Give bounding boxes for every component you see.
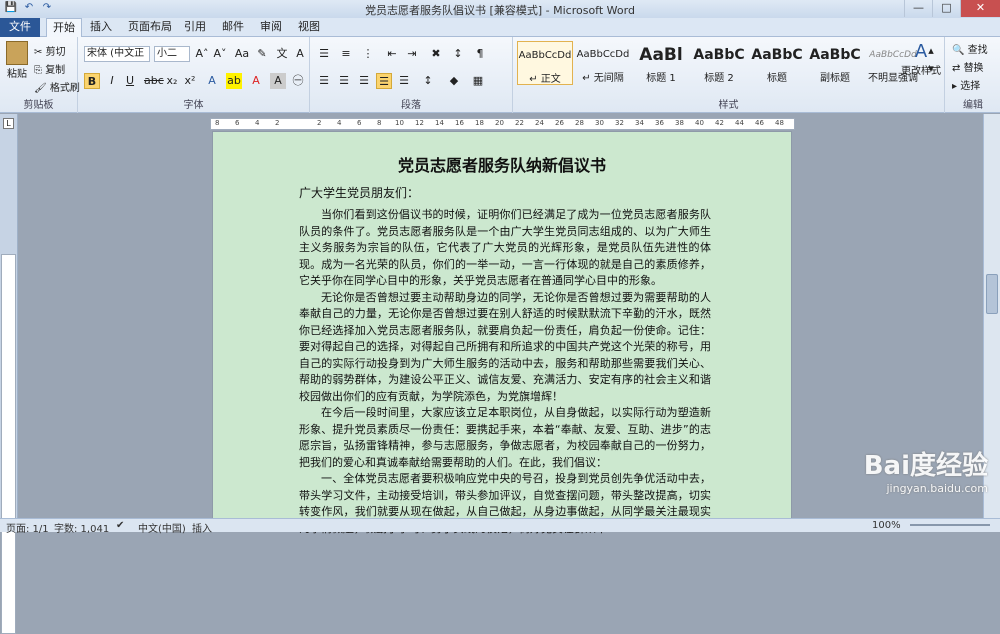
- tab-file[interactable]: 文件: [0, 18, 40, 37]
- show-marks-icon[interactable]: ¶: [472, 46, 488, 62]
- horizontal-ruler[interactable]: 8 6 4 2 2 4 6 8 10 12 14 16 18 20 22 24 …: [210, 118, 795, 130]
- paragraph: 无论你是否曾想过要主动帮助身边的同学，无论你是否曾想过要为需要帮助的人奉献自己的…: [299, 290, 711, 403]
- watermark: Bai度经验 jingyan.baidu.com: [863, 451, 988, 495]
- close-button[interactable]: ✕: [960, 0, 1000, 17]
- font-name-select[interactable]: 宋体 (中文正: [84, 46, 150, 62]
- ribbon: 粘贴 ✂ 剪切 ⎘ 复制 🖌 格式刷 剪贴板 宋体 (中文正 小二 A˄ A˅ …: [0, 37, 1000, 113]
- left-strip: L: [0, 114, 18, 634]
- tab-page-layout[interactable]: 页面布局: [126, 18, 174, 37]
- line-spacing-icon[interactable]: ↕: [420, 73, 436, 89]
- editing-label: 编辑: [963, 100, 983, 111]
- paste-button[interactable]: 粘贴: [4, 41, 30, 80]
- paragraph: 当你们看到这份倡议书的时候，证明你们已经满足了成为一位党员志愿者服务队队员的条件…: [299, 208, 711, 287]
- paragraph-group: ☰ ≡ ⋮ ⇤ ⇥ ✖ ↕ ¶ ☰ ☰ ☰ ☰ ☰ ↕ ◆ ▦ 段落: [310, 37, 513, 113]
- change-styles-icon: A: [914, 41, 928, 62]
- borders-icon[interactable]: ▦: [470, 73, 486, 89]
- editing-group: 🔍 查找 ⇄ 替换 ▸ 选择 编辑: [946, 37, 1000, 113]
- clear-format-icon[interactable]: ✎: [254, 46, 270, 62]
- shrink-font-icon[interactable]: A˅: [212, 46, 228, 62]
- increase-indent-icon[interactable]: ⇥: [404, 46, 420, 62]
- replace-button[interactable]: ⇄ 替换: [952, 59, 984, 74]
- proofing-icon[interactable]: ✔: [116, 520, 124, 531]
- style-no-spacing[interactable]: AaBbCcDd ↵ 无间隔: [575, 41, 631, 85]
- clipboard-label: 剪贴板: [23, 100, 54, 111]
- style-subtitle[interactable]: AaBbC 副标题: [807, 41, 863, 85]
- decrease-indent-icon[interactable]: ⇤: [384, 46, 400, 62]
- document-page[interactable]: 党员志愿者服务队纳新倡议书 广大学生党员朋友们： 当你们看到这份倡议书的时候，证…: [212, 131, 792, 535]
- insert-mode[interactable]: 插入: [192, 520, 212, 535]
- justify-icon[interactable]: ☰: [376, 73, 392, 89]
- change-styles-group: A 更改样式: [896, 37, 946, 113]
- tab-insert[interactable]: 插入: [86, 18, 116, 37]
- maximize-button[interactable]: □: [932, 0, 960, 17]
- status-bar: 页面: 1/1 字数: 1,041 ✔ 中文(中国) 插入 100%: [0, 518, 1000, 535]
- ruler-toggle-icon[interactable]: L: [3, 118, 14, 129]
- select-button[interactable]: ▸ 选择: [952, 77, 980, 92]
- zoom-slider[interactable]: [910, 524, 990, 526]
- ribbon-tabs: 文件 开始 插入 页面布局 引用 邮件 审阅 视图: [0, 18, 1000, 38]
- document-title: 党员志愿者服务队纳新倡议书: [397, 156, 606, 175]
- numbering-icon[interactable]: ≡: [338, 46, 354, 62]
- phonetic-guide-icon[interactable]: 文: [274, 46, 290, 62]
- tab-view[interactable]: 视图: [294, 18, 324, 37]
- bullets-icon[interactable]: ☰: [316, 46, 332, 62]
- copy-button[interactable]: ⎘ 复制: [34, 61, 65, 76]
- tab-references[interactable]: 引用: [180, 18, 210, 37]
- bold-icon[interactable]: B: [84, 73, 100, 89]
- char-shading-icon[interactable]: A: [270, 73, 286, 89]
- distributed-icon[interactable]: ☰: [396, 73, 412, 89]
- tab-mailings[interactable]: 邮件: [218, 18, 248, 37]
- scrollbar-thumb[interactable]: [986, 274, 998, 314]
- minimize-button[interactable]: —: [904, 0, 932, 17]
- font-label: 字体: [183, 100, 204, 111]
- superscript-icon[interactable]: x²: [182, 73, 198, 89]
- multilevel-list-icon[interactable]: ⋮: [360, 46, 376, 62]
- align-center-icon[interactable]: ☰: [336, 73, 352, 89]
- zoom-level[interactable]: 100%: [872, 520, 901, 531]
- change-styles-button[interactable]: A 更改样式: [900, 41, 942, 77]
- styles-group: AaBbCcDd ↵ 正文 AaBbCcDd ↵ 无间隔 AaBl 标题 1 A…: [513, 37, 945, 113]
- find-button[interactable]: 🔍 查找: [952, 41, 988, 56]
- vertical-ruler[interactable]: [1, 254, 16, 634]
- shading-icon[interactable]: ◆: [446, 73, 462, 89]
- change-case-icon[interactable]: Aa: [234, 46, 250, 62]
- paragraph: 在今后一段时间里，大家应该立足本职岗位，从自身做起，以实际行动为塑造新形象、提升…: [299, 406, 711, 469]
- font-group: 宋体 (中文正 小二 A˄ A˅ Aa ✎ 文 A B I U abc x₂ x…: [78, 37, 310, 113]
- clipboard-group: 粘贴 ✂ 剪切 ⎘ 复制 🖌 格式刷 剪贴板: [0, 37, 80, 113]
- title-bar: 💾 ↶ ↷ 党员志愿者服务队倡议书 [兼容模式] - Microsoft Wor…: [0, 0, 1000, 18]
- format-painter-button[interactable]: 🖌 格式刷: [34, 79, 80, 94]
- chinese-layout-icon[interactable]: ✖: [428, 46, 444, 62]
- enclose-char-icon[interactable]: ㊀: [290, 73, 306, 89]
- style-normal[interactable]: AaBbCcDd ↵ 正文: [517, 41, 573, 85]
- cut-button[interactable]: ✂ 剪切: [34, 43, 66, 58]
- paste-icon: [6, 41, 28, 65]
- style-heading-2[interactable]: AaBbC 标题 2: [691, 41, 747, 85]
- page-count[interactable]: 页面: 1/1: [6, 520, 49, 535]
- grow-font-icon[interactable]: A˄: [194, 46, 210, 62]
- subscript-icon[interactable]: x₂: [164, 73, 180, 89]
- underline-icon[interactable]: U: [122, 73, 138, 89]
- tab-review[interactable]: 审阅: [256, 18, 286, 37]
- sort-icon[interactable]: ↕: [450, 46, 466, 62]
- window-title: 党员志愿者服务队倡议书 [兼容模式] - Microsoft Word: [365, 4, 635, 17]
- styles-label: 样式: [718, 100, 739, 111]
- style-title[interactable]: AaBbC 标题: [749, 41, 805, 85]
- font-size-select[interactable]: 小二: [154, 46, 190, 62]
- tab-home[interactable]: 开始: [46, 18, 82, 38]
- align-left-icon[interactable]: ☰: [316, 73, 332, 89]
- char-border-icon[interactable]: A: [292, 46, 308, 62]
- text-effects-icon[interactable]: A: [204, 73, 220, 89]
- document-body: 当你们看到这份倡议书的时候，证明你们已经满足了成为一位党员志愿者服务队队员的条件…: [299, 207, 711, 537]
- window-controls: — □ ✕: [904, 0, 1000, 17]
- greeting: 广大学生党员朋友们：: [299, 186, 420, 200]
- align-right-icon[interactable]: ☰: [356, 73, 372, 89]
- font-color-icon[interactable]: A: [248, 73, 264, 89]
- highlight-icon[interactable]: ab: [226, 73, 242, 89]
- style-heading-1[interactable]: AaBl 标题 1: [633, 41, 689, 85]
- word-count[interactable]: 字数: 1,041: [54, 520, 109, 535]
- strikethrough-icon[interactable]: abc: [144, 73, 164, 89]
- language[interactable]: 中文(中国): [138, 520, 186, 535]
- paragraph-label: 段落: [401, 100, 421, 111]
- italic-icon[interactable]: I: [104, 73, 120, 89]
